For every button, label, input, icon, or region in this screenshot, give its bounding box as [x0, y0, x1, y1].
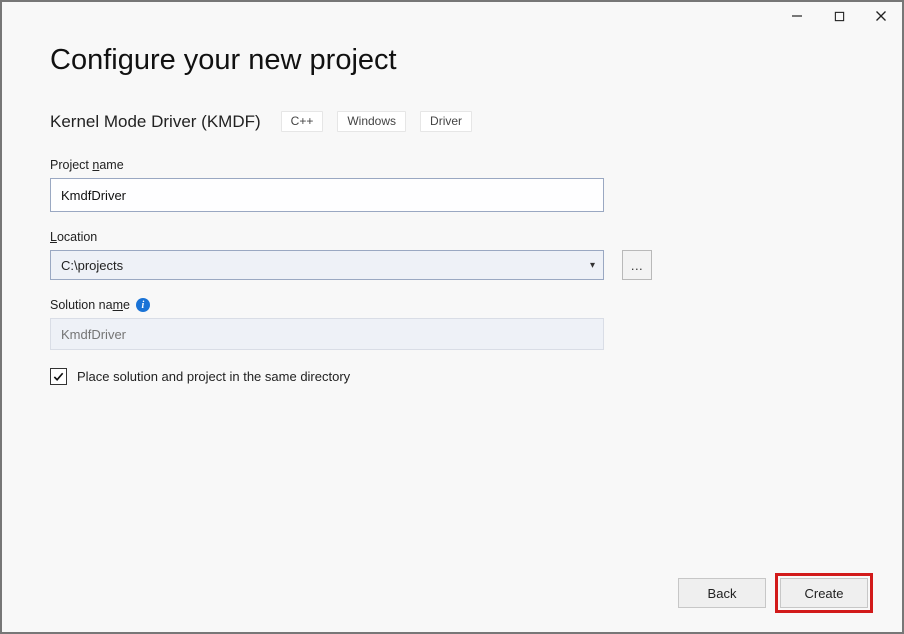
same-directory-label: Place solution and project in the same d… [77, 369, 350, 384]
project-name-input[interactable] [50, 178, 604, 212]
browse-button[interactable]: ... [622, 250, 652, 280]
solution-name-input [50, 318, 604, 350]
configure-project-dialog: Configure your new project Kernel Mode D… [2, 2, 902, 632]
template-tag: Windows [337, 111, 406, 132]
project-name-label: Project name [50, 158, 854, 172]
chevron-down-icon: ▾ [590, 260, 595, 271]
dialog-footer: Back Create [678, 578, 868, 608]
close-button[interactable] [874, 9, 888, 23]
location-value: C:\projects [61, 258, 123, 273]
back-button[interactable]: Back [678, 578, 766, 608]
same-directory-checkbox[interactable] [50, 368, 67, 385]
template-name: Kernel Mode Driver (KMDF) [50, 112, 261, 132]
maximize-button[interactable] [832, 9, 846, 23]
solution-name-label: Solution name [50, 298, 130, 312]
window-controls [790, 2, 902, 30]
template-row: Kernel Mode Driver (KMDF) C++ Windows Dr… [50, 111, 854, 132]
location-label: Location [50, 230, 854, 244]
create-button[interactable]: Create [780, 578, 868, 608]
info-icon[interactable]: i [136, 298, 150, 312]
location-combo[interactable]: C:\projects ▾ [50, 250, 604, 280]
page-title: Configure your new project [50, 44, 854, 77]
minimize-button[interactable] [790, 9, 804, 23]
template-tag: C++ [281, 111, 324, 132]
template-tag: Driver [420, 111, 472, 132]
